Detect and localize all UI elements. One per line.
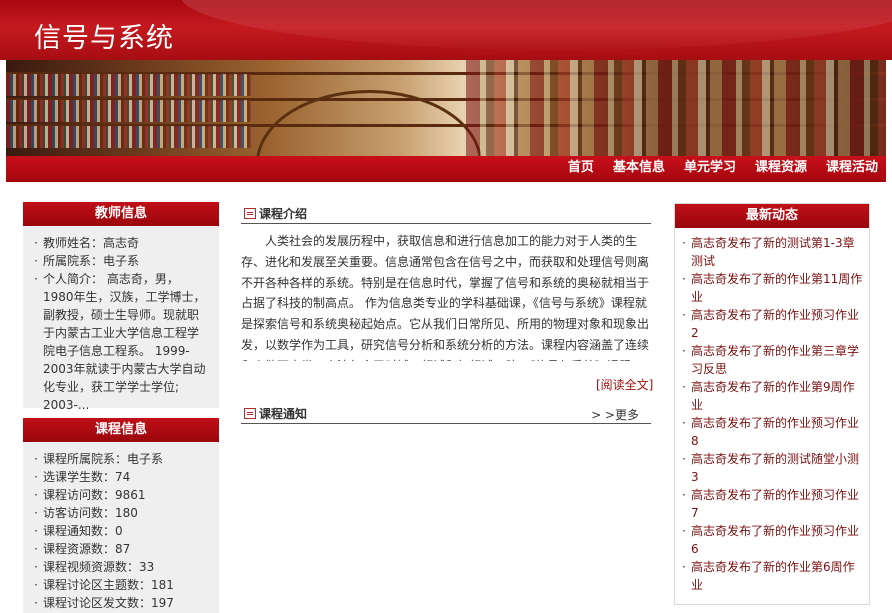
news-item[interactable]: 高志奇发布了新的测试第1-3章测试 xyxy=(681,234,863,270)
book-row xyxy=(6,126,251,148)
course-stat: 课程通知数：0 xyxy=(33,522,209,540)
news-item[interactable]: 高志奇发布了新的作业第11周作业 xyxy=(681,270,863,306)
nav-item-activities[interactable]: 课程活动 xyxy=(826,156,878,182)
main-nav: 首页 基本信息 单元学习 课程资源 课程活动 xyxy=(6,156,886,182)
course-stat: 课程讨论区发文数：197 xyxy=(33,594,209,612)
document-icon xyxy=(244,408,256,419)
news-item[interactable]: 高志奇发布了新的作业第三章学习反思 xyxy=(681,342,863,378)
news-item[interactable]: 高志奇发布了新的测试随堂小测3 xyxy=(681,450,863,486)
teacher-bio: 个人简介： 高志奇，男，1980年生，汉族，工学博士，副教授，硕士生导师。现就职… xyxy=(33,270,209,414)
course-intro-text: 人类社会的发展历程中，获取信息和进行信息加工的能力对于人类的生存、进化和发展至关… xyxy=(241,234,650,361)
site-title: 信号与系统 xyxy=(34,23,174,54)
course-stat: 课程资源数：87 xyxy=(33,540,209,558)
news-item[interactable]: 高志奇发布了新的作业预习作业2 xyxy=(681,306,863,342)
nav-item-home[interactable]: 首页 xyxy=(568,156,594,182)
news-item[interactable]: 高志奇发布了新的作业预习作业8 xyxy=(681,414,863,450)
course-intro-header: 课程介绍 xyxy=(241,203,651,224)
course-stat: 选课学生数：74 xyxy=(33,468,209,486)
course-stat: 课程视频资源数：33 xyxy=(33,558,209,576)
read-more-link[interactable]: [阅读全文] xyxy=(596,376,653,393)
course-info-panel: 课程信息 课程所属院系：电子系 选课学生数：74 课程访问数：9861 访客访问… xyxy=(23,418,219,613)
latest-news-title: 最新动态 xyxy=(675,204,869,228)
course-stat: 课程访问数：9861 xyxy=(33,486,209,504)
teacher-department: 所属院系：电子系 xyxy=(33,252,209,270)
library-banner-image xyxy=(6,60,886,156)
site-header: 信号与系统 xyxy=(0,0,892,60)
bookshelf-closeup xyxy=(466,60,886,156)
course-stat: 课程讨论区主题数：181 xyxy=(33,576,209,594)
header-highlight xyxy=(180,0,892,50)
nav-item-basic-info[interactable]: 基本信息 xyxy=(613,156,665,182)
book-row xyxy=(6,74,251,96)
news-item[interactable]: 高志奇发布了新的作业第6周作业 xyxy=(681,558,863,594)
course-info-title: 课程信息 xyxy=(23,418,219,442)
teacher-name: 教师姓名：高志奇 xyxy=(33,234,209,252)
news-item[interactable]: 高志奇发布了新的作业第9周作业 xyxy=(681,378,863,414)
course-intro-title: 课程介绍 xyxy=(259,207,308,221)
book-row xyxy=(6,100,251,122)
news-item[interactable]: 高志奇发布了新的作业预习作业7 xyxy=(681,486,863,522)
course-stat: 访客访问数：180 xyxy=(33,504,209,522)
course-notice-title: 课程通知 xyxy=(259,407,308,421)
notice-more-link[interactable]: > >更多 xyxy=(591,406,639,423)
nav-item-resources[interactable]: 课程资源 xyxy=(755,156,807,182)
news-item[interactable]: 高志奇发布了新的作业预习作业6 xyxy=(681,522,863,558)
document-icon xyxy=(244,208,256,219)
latest-news-panel: 最新动态 高志奇发布了新的测试第1-3章测试 高志奇发布了新的作业第11周作业 … xyxy=(674,203,870,605)
teacher-info-panel: 教师信息 教师姓名：高志奇 所属院系：电子系 个人简介： 高志奇，男，1980年… xyxy=(23,202,219,412)
course-stat: 课程所属院系：电子系 xyxy=(33,450,209,468)
course-notice-header: 课程通知 > >更多 xyxy=(241,403,651,424)
nav-item-unit-study[interactable]: 单元学习 xyxy=(684,156,736,182)
nav-items: 首页 基本信息 单元学习 课程资源 课程活动 xyxy=(549,156,878,182)
teacher-info-title: 教师信息 xyxy=(23,202,219,226)
